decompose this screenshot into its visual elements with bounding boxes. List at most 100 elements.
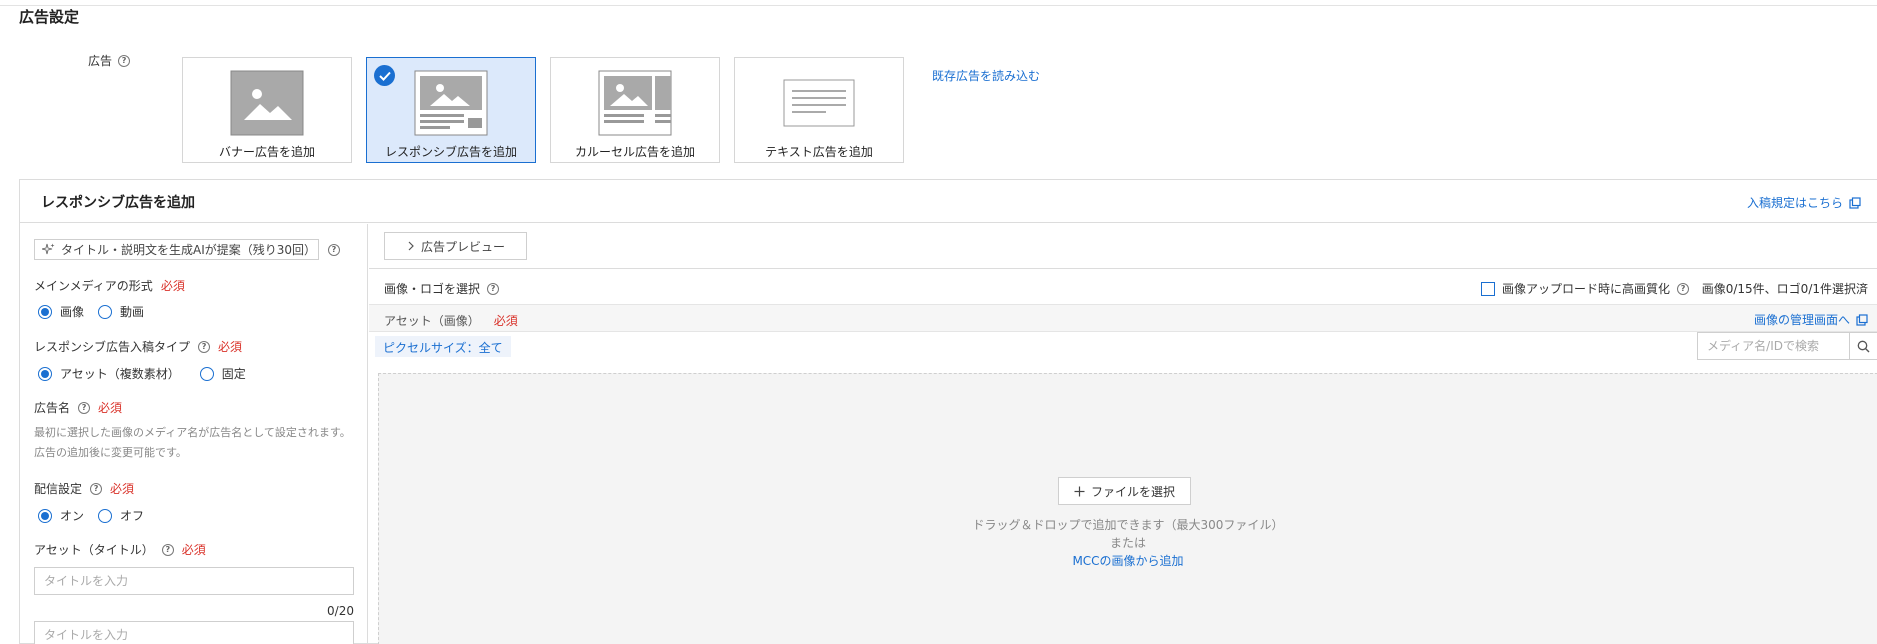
external-window-icon bbox=[1849, 196, 1861, 209]
ai-suggest-label: タイトル・説明文を生成AIが提案（残り30回） bbox=[61, 243, 317, 257]
asset-title-counter: 0/20 bbox=[327, 604, 354, 618]
ad-type-text-card[interactable]: テキスト広告を追加 bbox=[734, 57, 904, 163]
ad-preview-button[interactable]: 広告プレビュー bbox=[384, 232, 527, 260]
radio-fixed-control[interactable] bbox=[199, 366, 214, 381]
main-media-label: メインメディアの形式 必須 bbox=[34, 277, 185, 294]
select-image-logo-text: 画像・ロゴを選択 bbox=[384, 282, 481, 296]
ad-label: 広告 ? bbox=[88, 52, 131, 69]
search-button[interactable] bbox=[1849, 333, 1877, 359]
help-icon[interactable]: ? bbox=[118, 54, 131, 67]
delivery-label-text: 配信設定 bbox=[34, 482, 83, 496]
select-image-logo-label: 画像・ロゴを選択 ? bbox=[384, 280, 500, 297]
radio-asset-label: アセット（複数素材） bbox=[60, 367, 180, 381]
panel-header: レスポンシブ広告を追加 入稿規定はこちら bbox=[20, 180, 1877, 223]
ad-label-text: 広告 bbox=[88, 54, 113, 68]
divider bbox=[369, 268, 1877, 269]
media-search-box bbox=[1697, 332, 1877, 360]
file-drop-zone[interactable]: ファイルを選択 ドラッグ＆ドロップで追加できます（最大300ファイル） または … bbox=[378, 373, 1877, 644]
responsive-ad-panel: レスポンシブ広告を追加 入稿規定はこちら タイトル・説明文を生成AIが提案（残り… bbox=[19, 179, 1877, 644]
radio-off-control[interactable] bbox=[98, 508, 113, 523]
or-text: または bbox=[1109, 536, 1146, 550]
asset-image-label-text: アセット（画像） bbox=[384, 314, 480, 328]
radio-asset[interactable]: アセット（複数素材） bbox=[38, 365, 180, 382]
select-file-label: ファイルを選択 bbox=[1090, 484, 1175, 499]
select-file-button[interactable]: ファイルを選択 bbox=[1058, 477, 1191, 505]
ad-name-note: 最初に選択した画像のメディア名が広告名として設定されます。 広告の追加後に変更可… bbox=[34, 423, 351, 463]
main-media-label-text: メインメディアの形式 bbox=[34, 279, 153, 293]
asset-image-bar: アセット（画像） 必須 画像の管理画面へ bbox=[369, 304, 1877, 332]
selection-count: 画像0/15件、ロゴ0/1件選択済 bbox=[1701, 282, 1868, 296]
panel-title: レスポンシブ広告を追加 bbox=[41, 195, 195, 211]
hq-upload-option[interactable]: 画像アップロード時に高画質化 ? bbox=[1481, 280, 1690, 297]
required-badge: 必須 bbox=[493, 314, 518, 328]
hq-upload-checkbox[interactable] bbox=[1481, 281, 1495, 296]
required-badge: 必須 bbox=[181, 543, 206, 557]
radio-fixed-label: 固定 bbox=[221, 367, 246, 381]
ad-type-carousel-card[interactable]: カルーセル広告を追加 bbox=[550, 57, 720, 163]
hq-upload-label: 画像アップロード時に高画質化 bbox=[1502, 282, 1671, 296]
ad-type-text-label: テキスト広告を追加 bbox=[765, 145, 873, 159]
load-existing-ad-link[interactable]: 既存広告を読み込む bbox=[932, 67, 1040, 84]
chevron-right-icon bbox=[408, 241, 414, 251]
check-icon bbox=[374, 65, 395, 86]
image-manage-link[interactable]: 画像の管理画面へ bbox=[1754, 311, 1868, 328]
radio-off[interactable]: オフ bbox=[98, 507, 144, 524]
radio-image-label: 画像 bbox=[60, 305, 85, 319]
radio-image[interactable]: 画像 bbox=[38, 303, 84, 320]
ad-name-label-text: 広告名 bbox=[34, 401, 71, 415]
ad-name-note-line2: 広告の追加後に変更可能です。 bbox=[34, 446, 187, 459]
text-thumb-icon bbox=[783, 79, 855, 127]
page-title: 広告設定 bbox=[19, 8, 80, 26]
ad-preview-label: 広告プレビュー bbox=[421, 239, 506, 254]
drop-instruction: ドラッグ＆ドロップで追加できます（最大300ファイル） bbox=[972, 518, 1284, 532]
radio-on[interactable]: オン bbox=[38, 507, 84, 524]
left-form-column: タイトル・説明文を生成AIが提案（残り30回） ? メインメディアの形式 必須 … bbox=[20, 224, 368, 644]
help-icon[interactable]: ? bbox=[90, 482, 103, 495]
radio-on-control[interactable] bbox=[38, 508, 52, 523]
radio-asset-control[interactable] bbox=[38, 366, 52, 381]
ad-name-label: 広告名 ? 必須 bbox=[34, 399, 122, 416]
input-type-radio-group: アセット（複数素材） 固定 bbox=[38, 365, 260, 382]
ad-type-responsive-card[interactable]: レスポンシブ広告を追加 bbox=[366, 57, 536, 163]
asset-title-input-2[interactable] bbox=[34, 621, 354, 644]
mcc-image-link[interactable]: MCCの画像から追加 bbox=[1072, 554, 1183, 568]
required-badge: 必須 bbox=[218, 340, 243, 354]
ad-type-banner-label: バナー広告を追加 bbox=[218, 145, 315, 159]
help-icon[interactable]: ? bbox=[161, 543, 174, 556]
sparkle-icon bbox=[42, 243, 55, 255]
help-icon[interactable]: ? bbox=[1677, 282, 1690, 295]
ai-suggest-button[interactable]: タイトル・説明文を生成AIが提案（残り30回） bbox=[34, 239, 319, 260]
media-search-input[interactable] bbox=[1698, 333, 1849, 359]
search-icon bbox=[1857, 340, 1870, 352]
guideline-link[interactable]: 入稿規定はこちら bbox=[1747, 194, 1861, 211]
input-type-label: レスポンシブ広告入稿タイプ ? 必須 bbox=[34, 338, 242, 355]
asset-title-label: アセット（タイトル） ? 必須 bbox=[34, 541, 206, 558]
input-type-label-text: レスポンシブ広告入稿タイプ bbox=[34, 340, 191, 354]
delivery-radio-group: オン オフ bbox=[38, 507, 158, 524]
radio-off-label: オフ bbox=[120, 509, 145, 523]
image-manage-link-text[interactable]: 画像の管理画面へ bbox=[1754, 311, 1850, 328]
asset-image-label: アセット（画像） 必須 bbox=[384, 312, 518, 329]
help-icon[interactable]: ? bbox=[198, 340, 211, 353]
radio-on-label: オン bbox=[60, 509, 85, 523]
help-icon[interactable]: ? bbox=[78, 401, 91, 414]
help-icon[interactable]: ? bbox=[487, 282, 500, 295]
right-media-column: 広告プレビュー 画像・ロゴを選択 ? 画像アップロード時に高画質化 ? 画像0/… bbox=[369, 224, 1877, 644]
radio-video[interactable]: 動画 bbox=[98, 303, 144, 320]
radio-fixed[interactable]: 固定 bbox=[199, 365, 246, 382]
banner-thumb-icon bbox=[230, 70, 304, 136]
ad-name-note-line1: 最初に選択した画像のメディア名が広告名として設定されます。 bbox=[34, 426, 351, 439]
radio-video-control[interactable] bbox=[98, 304, 113, 319]
top-divider bbox=[0, 5, 1877, 6]
radio-image-control[interactable] bbox=[38, 304, 52, 319]
main-media-radio-group: 画像 動画 bbox=[38, 303, 158, 320]
guideline-link-text[interactable]: 入稿規定はこちら bbox=[1747, 194, 1843, 211]
required-badge: 必須 bbox=[160, 279, 185, 293]
responsive-thumb-icon bbox=[414, 70, 488, 136]
pixel-size-filter-chip[interactable]: ピクセルサイズ：全て bbox=[375, 336, 511, 357]
ad-type-banner-card[interactable]: バナー広告を追加 bbox=[182, 57, 352, 163]
ad-type-carousel-label: カルーセル広告を追加 bbox=[574, 145, 695, 159]
help-icon[interactable]: ? bbox=[328, 244, 340, 256]
plus-icon bbox=[1074, 486, 1085, 496]
asset-title-input-1[interactable] bbox=[34, 567, 354, 595]
